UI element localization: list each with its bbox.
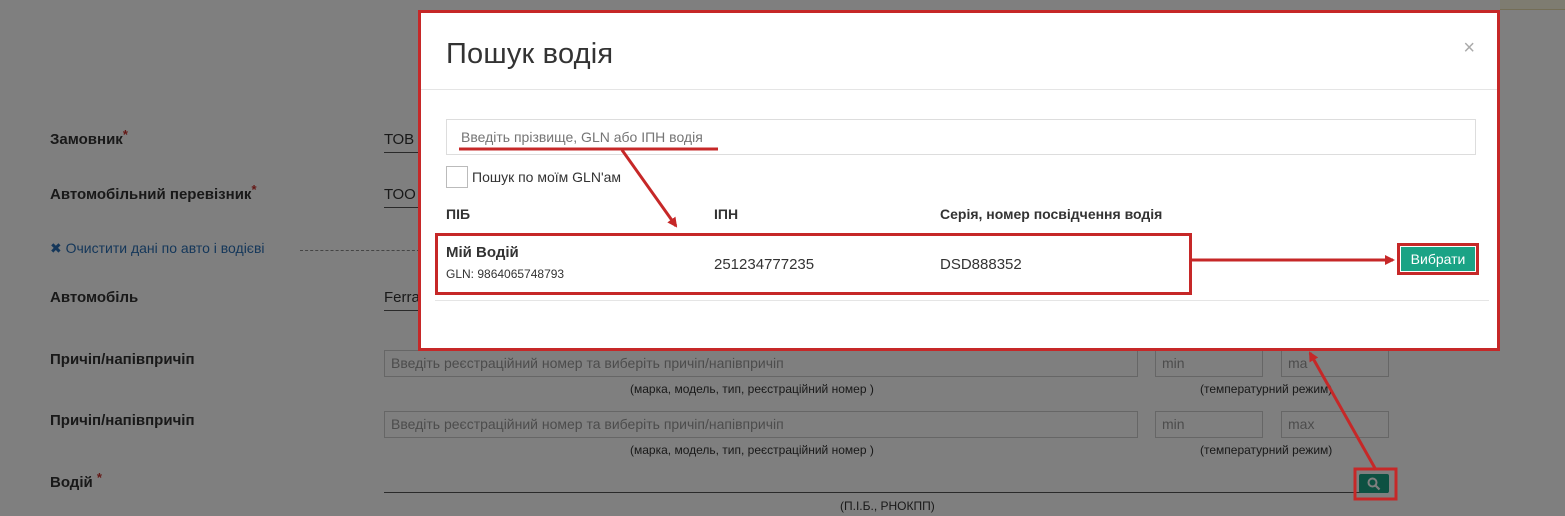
arrow-to-row: [620, 149, 678, 228]
annotation-arrows: [459, 147, 1398, 501]
arrow-from-search: [1308, 351, 1378, 471]
search-button-highlight: [1353, 467, 1398, 501]
